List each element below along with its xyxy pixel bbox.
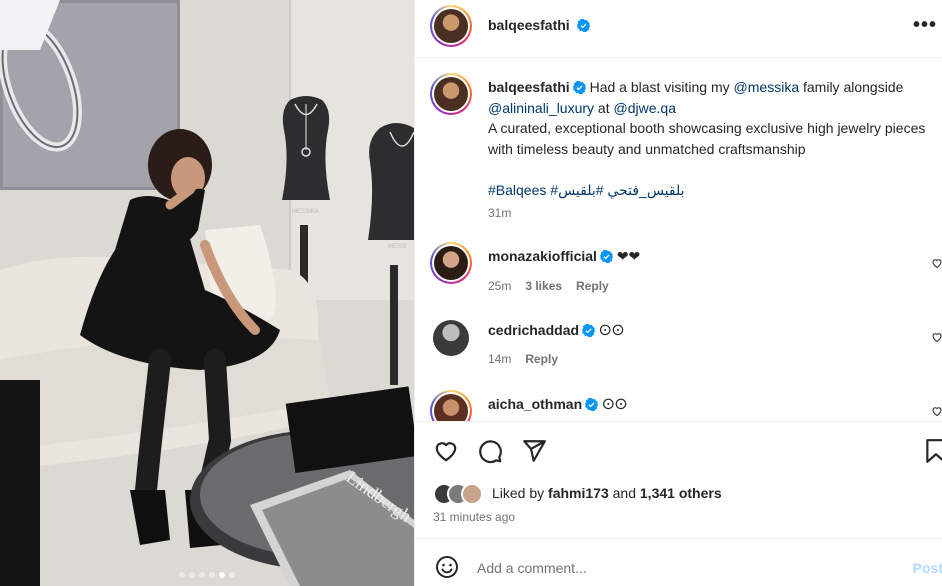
liked-by-text: Liked by fahmi173 and 1,341 others <box>492 485 722 501</box>
comment-text: 𐌏𐌏 <box>602 396 628 412</box>
caption-text: balqeesfathi Had a blast visiting my @me… <box>488 77 928 200</box>
comment-avatar[interactable] <box>433 320 469 356</box>
save-icon[interactable] <box>923 438 942 464</box>
comment-meta: 25m 3 likes Reply <box>488 279 609 293</box>
share-icon[interactable] <box>521 438 547 464</box>
more-options-icon[interactable]: ••• <box>913 14 937 37</box>
liked-by-mid: and <box>608 485 640 501</box>
comment-item: aicha_othman 𐌏𐌏 <box>488 394 928 415</box>
carousel-dot <box>199 572 205 578</box>
add-comment-bar: Add a comment... Post <box>415 538 942 586</box>
comment-item: cedrichaddad 𐌏𐌏 <box>488 320 928 341</box>
mention-link[interactable]: @alininali_luxury <box>488 100 594 116</box>
like-icon[interactable] <box>433 438 459 464</box>
comment-item: monazakiofficial ❤❤ <box>488 246 928 267</box>
author-username[interactable]: balqeesfathi <box>488 17 570 33</box>
verified-badge-icon <box>582 324 596 337</box>
post-detail-panel: balqeesfathi ••• balqeesfathi Had a blas… <box>414 0 942 586</box>
comment-username[interactable]: aicha_othman <box>488 396 582 412</box>
author-avatar[interactable] <box>430 5 472 47</box>
caption-username[interactable]: balqeesfathi <box>488 79 570 95</box>
verified-badge-icon <box>585 398 599 411</box>
comments-list[interactable]: balqeesfathi Had a blast visiting my @me… <box>415 59 942 421</box>
liked-by-prefix: Liked by <box>492 485 549 501</box>
caption-description: A curated, exceptional booth showcasing … <box>488 120 926 157</box>
hashtag-links[interactable]: #Balqees #بلقيس_فتحي #بلقيس <box>488 182 685 198</box>
caption-part: family alongside <box>799 79 904 95</box>
photo-illustration: Lindbergh MESSIKA MESSI <box>0 0 414 586</box>
caption-time: 31m <box>488 206 512 220</box>
comment-text: 𐌏𐌏 <box>598 322 625 338</box>
emoji-icon[interactable] <box>435 555 459 579</box>
mention-link[interactable]: @djwe.qa <box>614 100 676 116</box>
comment-username[interactable]: cedrichaddad <box>488 322 579 338</box>
mannequin-brand-2: MESSI <box>388 244 407 250</box>
comment-time: 25m <box>488 279 512 293</box>
verified-badge-icon <box>599 250 613 263</box>
post-photo[interactable]: Lindbergh MESSIKA MESSI <box>0 0 414 586</box>
liked-by-avatars[interactable] <box>433 483 493 505</box>
comment-meta: 14m Reply <box>488 352 558 366</box>
carousel-dot <box>179 572 185 578</box>
verified-badge-icon <box>576 19 590 32</box>
comment-like-icon[interactable] <box>931 331 942 343</box>
comment-avatar[interactable] <box>430 242 472 284</box>
comment-likes-link[interactable]: 3 likes <box>525 279 562 293</box>
comment-text: ❤❤ <box>616 248 641 264</box>
caption-avatar[interactable] <box>430 73 472 115</box>
post-comment-button[interactable]: Post <box>913 560 942 576</box>
comment-icon[interactable] <box>477 438 503 464</box>
post-actions: Liked by fahmi173 and 1,341 others 31 mi… <box>415 421 942 538</box>
likes-count-link[interactable]: 1,341 others <box>640 485 722 501</box>
liked-by-user-link[interactable]: fahmi173 <box>548 485 609 501</box>
mannequin-brand-1: MESSIKA <box>292 209 319 215</box>
comment-username[interactable]: monazakiofficial <box>488 248 597 264</box>
carousel-dot <box>229 572 235 578</box>
reply-button[interactable]: Reply <box>525 352 558 366</box>
comment-time: 14m <box>488 352 512 366</box>
carousel-indicator <box>0 572 414 578</box>
carousel-dot <box>209 572 215 578</box>
carousel-dot <box>189 572 195 578</box>
post-time-ago[interactable]: 31 minutes ago <box>433 510 515 524</box>
verified-badge-icon <box>572 81 586 94</box>
comment-like-icon[interactable] <box>931 405 942 417</box>
comment-input[interactable]: Add a comment... <box>477 560 587 576</box>
comment-like-icon[interactable] <box>931 257 942 269</box>
caption-part: Had a blast visiting my <box>589 79 734 95</box>
mention-link[interactable]: @messika <box>734 79 800 95</box>
post-header: balqeesfathi ••• <box>415 0 942 58</box>
reply-button[interactable]: Reply <box>576 279 609 293</box>
caption-part: at <box>594 99 614 116</box>
comment-avatar[interactable] <box>430 390 472 421</box>
carousel-dot <box>219 572 225 578</box>
